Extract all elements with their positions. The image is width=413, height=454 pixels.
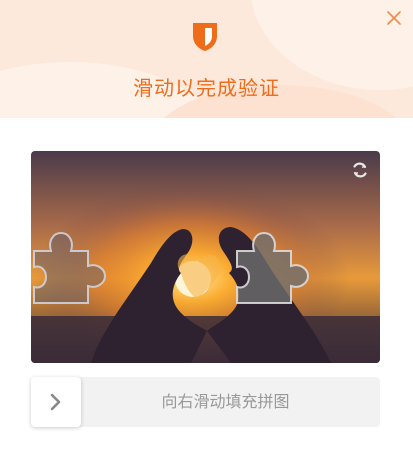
dialog-title: 滑动以完成验证 xyxy=(133,76,280,100)
dialog-header: 滑动以完成验证 xyxy=(0,0,413,118)
slider-track[interactable]: 向右滑动填充拼图 xyxy=(31,377,380,427)
refresh-icon[interactable] xyxy=(350,160,370,180)
slider-hint: 向右滑动填充拼图 xyxy=(161,392,290,411)
chevron-right-icon xyxy=(50,393,61,411)
captcha-dialog: 滑动以完成验证 向右滑动填充拼图 xyxy=(0,0,413,454)
slider-handle[interactable] xyxy=(31,377,81,427)
shield-icon xyxy=(193,23,217,51)
puzzle-image xyxy=(31,151,380,363)
close-icon[interactable] xyxy=(384,8,404,28)
